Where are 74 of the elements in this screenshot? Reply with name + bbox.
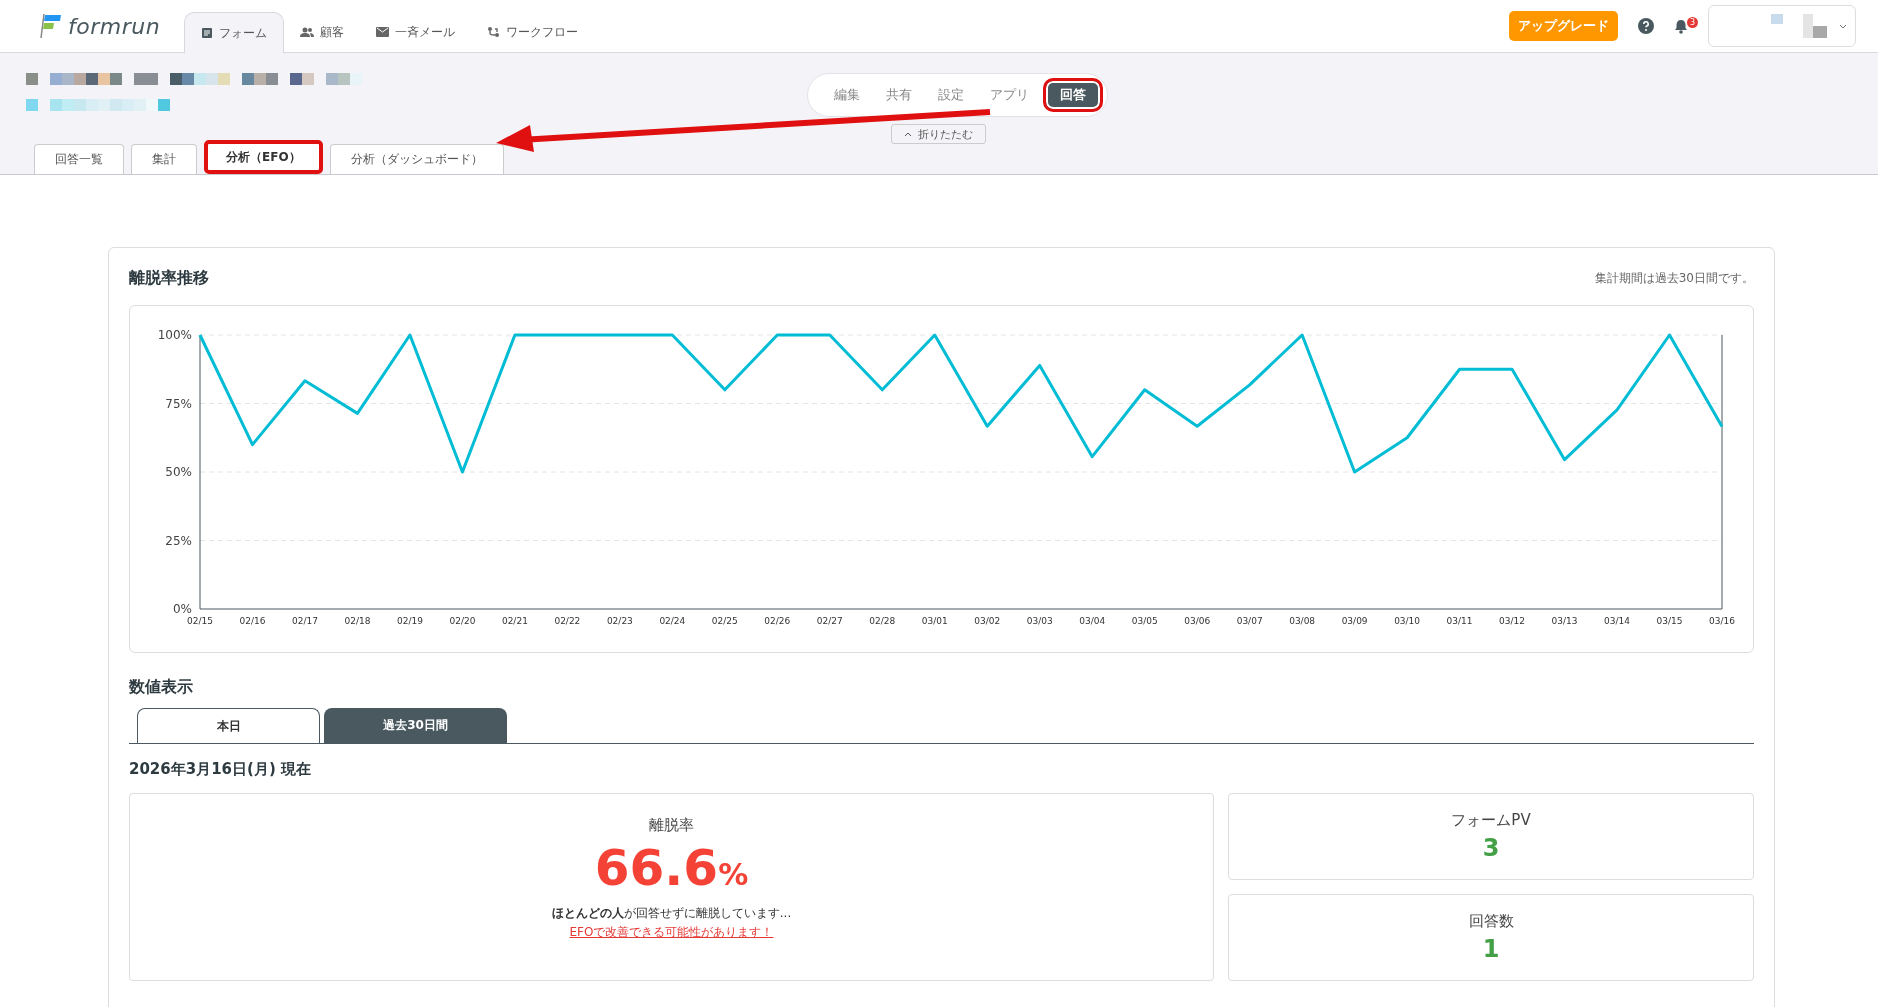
logo-text: formrun [68,13,161,39]
y-tick-label: 100% [157,328,192,342]
help-icon[interactable] [1638,18,1654,34]
x-tick-label: 02/20 [449,616,476,626]
x-tick-label: 03/08 [1289,616,1316,626]
x-tick-label: 02/15 [187,616,213,626]
x-tick-label: 03/07 [1236,616,1263,626]
x-tick-label: 03/13 [1551,616,1578,626]
collapse-button[interactable]: 折りたたむ [890,124,986,144]
x-tick-label: 02/25 [711,616,738,626]
x-tick-label: 03/14 [1604,616,1630,626]
stat-label: 離脱率 [649,816,694,835]
x-tick-label: 02/27 [816,616,843,626]
x-tick-label: 02/21 [501,616,528,626]
chevron-up-icon [903,131,912,137]
x-tick-label: 02/17 [292,616,318,626]
section-title: 数値表示 [129,677,194,698]
people-icon [300,26,315,38]
period-note: 集計期間は過去30日間です。 [1594,270,1754,287]
x-tick-label: 02/23 [606,616,633,626]
nav-tab[interactable]: 一斉メール [360,12,472,52]
x-tick-label: 02/19 [396,616,423,626]
nav-tab[interactable]: フォーム [184,12,285,53]
stat-label: 回答数 [1468,912,1514,931]
x-tick-label: 03/10 [1394,616,1421,626]
efo-link[interactable]: EFOで改善できる可能性があります！ [569,924,774,941]
mail-icon [376,27,390,37]
y-tick-label: 25% [165,533,192,548]
chevron-down-icon [1839,23,1847,29]
nav-tab[interactable]: ワークフロー [471,12,595,52]
y-tick-label: 0% [172,602,192,616]
sub-tab[interactable]: 分析（EFO） [204,140,323,174]
x-tick-label: 02/24 [659,616,686,626]
x-tick-label: 02/28 [869,616,896,626]
y-tick-label: 75% [165,396,192,411]
sub-tab[interactable]: 回答一覧 [34,144,124,174]
period-tab[interactable]: 本日 [137,708,320,743]
sub-tab[interactable]: 集計 [131,144,197,174]
mode-tab[interactable]: 編集 [822,78,872,112]
x-tick-label: 03/16 [1709,616,1735,626]
as-of-date: 2026年3月16日(月) 現在 [129,760,312,779]
bell-icon[interactable] [1674,18,1688,34]
x-tick-label: 03/05 [1131,616,1158,626]
logo-icon [40,13,62,39]
sub-tab[interactable]: 分析（ダッシュボード） [329,144,504,174]
x-tick-label: 03/06 [1184,616,1211,626]
x-tick-label: 02/22 [554,616,581,626]
stat-value: 3 [1482,834,1500,862]
form-icon [201,27,214,39]
y-tick-label: 50% [165,465,192,479]
x-tick-label: 03/03 [1026,616,1053,626]
mode-tab[interactable]: 共有 [874,78,924,112]
x-tick-label: 02/26 [764,616,791,626]
mode-tab[interactable]: 回答 [1043,78,1103,112]
x-tick-label: 02/16 [239,616,266,626]
x-tick-label: 03/09 [1341,616,1368,626]
period-tab[interactable]: 過去30日間 [324,708,507,743]
stat-value: 1 [1482,935,1500,963]
x-tick-label: 03/02 [974,616,1001,626]
nav-tab[interactable]: 顧客 [284,12,361,52]
notification-badge: 3 [1687,16,1698,28]
x-tick-label: 03/01 [921,616,948,626]
stat-value: 66.6% [594,839,749,897]
x-tick-label: 03/15 [1656,616,1683,626]
x-tick-label: 03/12 [1499,616,1526,626]
warning-message: ほとんどの人が回答せずに離脱しています... [551,905,792,922]
x-tick-label: 03/11 [1446,616,1473,626]
workflow-icon [487,26,501,38]
section-title: 離脱率推移 [129,268,209,289]
mode-tab[interactable]: アプリ [978,78,1041,112]
mode-tab[interactable]: 設定 [926,78,976,112]
stat-label: フォームPV [1451,811,1531,830]
x-tick-label: 02/18 [344,616,371,626]
x-tick-label: 03/04 [1079,616,1106,626]
